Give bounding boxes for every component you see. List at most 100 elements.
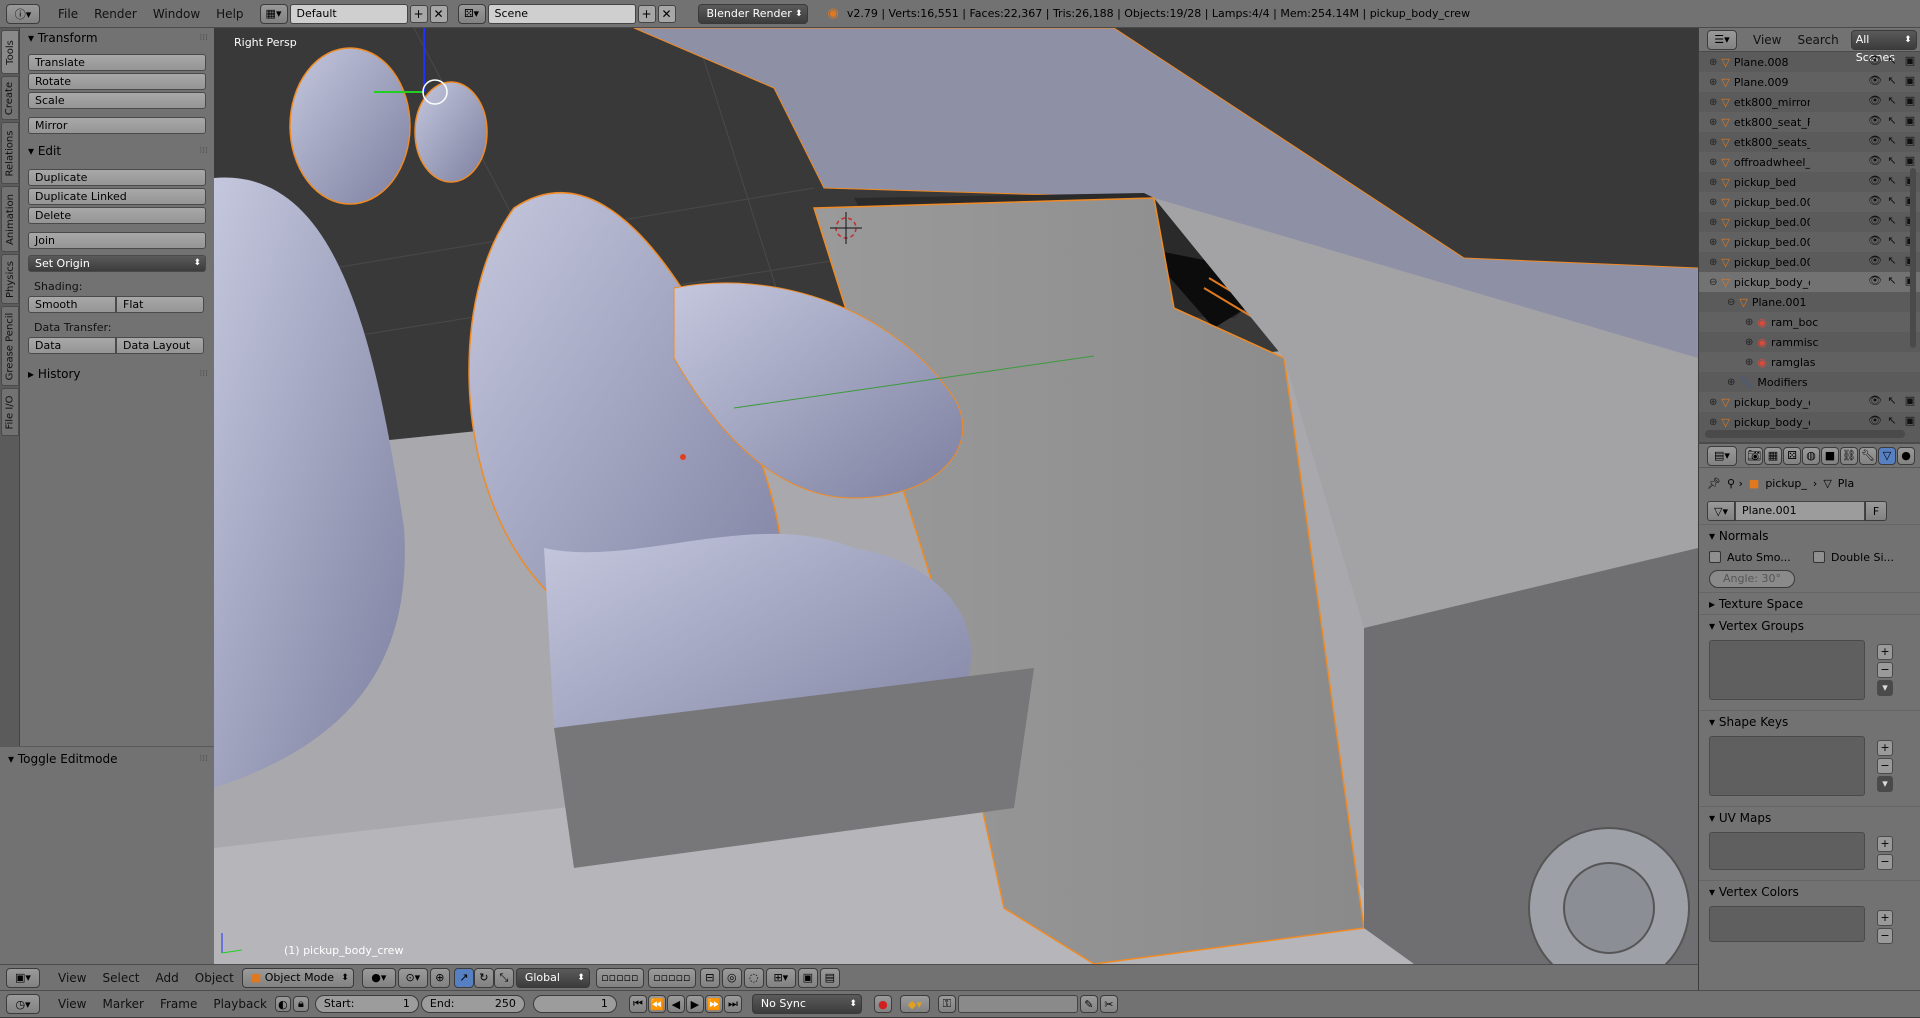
translate-button[interactable]: Translate <box>28 54 206 71</box>
expand-icon[interactable]: ⊕ <box>1727 377 1735 388</box>
shape-key-menu-icon[interactable]: ▾ <box>1877 776 1893 792</box>
outliner-row[interactable]: ⊖ ▽ Plane.001 <box>1699 292 1920 312</box>
cursor-select-icon[interactable]: ↖ <box>1886 154 1898 168</box>
3d-viewport[interactable]: Right Persp (1) pickup_body_crew <box>214 28 1698 964</box>
cursor-select-icon[interactable]: ↖ <box>1886 394 1898 408</box>
outliner-row[interactable]: ⊕ ▽ Plane.008 👁︎ ↖ ▣ <box>1699 52 1920 72</box>
material-tab-icon[interactable]: ● <box>1897 446 1915 465</box>
cursor-select-icon[interactable]: ↖ <box>1886 214 1898 228</box>
jump-start-icon[interactable]: ⏮ <box>628 995 647 1013</box>
expand-icon[interactable]: ⊕ <box>1709 237 1717 248</box>
outliner-row[interactable]: ⊕ ▽pickup_body_cre 👁︎ ↖ ▣ <box>1699 392 1920 412</box>
expand-icon[interactable]: ⊕ <box>1745 337 1753 348</box>
menu-help[interactable]: Help <box>208 0 251 28</box>
camera-render-icon[interactable]: ▣ <box>1904 54 1916 68</box>
keying-icon[interactable]: ◆▾ <box>899 995 930 1013</box>
scale-manip-toggle[interactable]: ⤡ <box>493 967 514 988</box>
menu-add[interactable]: Add <box>148 964 187 992</box>
mesh-name-field[interactable]: Plane.001 <box>1735 501 1865 521</box>
delete-key-icon[interactable]: ✂ <box>1099 995 1118 1013</box>
rotate-manip-toggle[interactable]: ↻ <box>473 967 494 988</box>
outliner-hscrollbar[interactable] <box>1705 430 1905 438</box>
outliner-row[interactable]: ⊕ ▽etk800_seat_FL 👁︎ ↖ ▣ <box>1699 112 1920 132</box>
layers-tab-icon[interactable]: ▦ <box>1764 446 1782 465</box>
translate-manip-toggle[interactable]: ↗ <box>453 967 474 988</box>
eye-icon[interactable]: 👁︎ <box>1868 394 1882 408</box>
opengl-anim-icon[interactable]: ▤ <box>819 967 840 988</box>
preview-range-icon[interactable]: ◐ <box>274 996 291 1012</box>
shape-keys-list[interactable] <box>1709 736 1865 796</box>
menu-view[interactable]: View <box>50 964 94 992</box>
outliner-row[interactable]: ⊕▽pickup_bed.004👁︎↖▣ <box>1699 252 1920 272</box>
expand-icon[interactable]: ⊕ <box>1709 417 1717 428</box>
outliner-menu-search[interactable]: Search <box>1789 26 1846 54</box>
expand-icon[interactable]: ⊕ <box>1745 317 1753 328</box>
scene-icon[interactable]: ⚄▾ <box>457 3 486 24</box>
tab-tools[interactable]: Tools <box>1 30 19 74</box>
expand-icon[interactable]: ⊕ <box>1709 177 1717 188</box>
eye-icon[interactable]: 👁︎ <box>1868 274 1882 288</box>
remove-vertex-color-icon[interactable]: − <box>1877 928 1893 944</box>
eye-icon[interactable]: 👁︎ <box>1868 234 1882 248</box>
add-layout-icon[interactable]: + <box>409 4 428 23</box>
constraints-tab-icon[interactable]: ⛓ <box>1840 446 1858 465</box>
jump-end-icon[interactable]: ⏭ <box>723 995 742 1013</box>
outliner-row[interactable]: ⊖▽pickup_body_cre👁︎↖▣ <box>1699 272 1920 292</box>
outliner-row[interactable]: ⊕ ◉ ram_boc <box>1699 312 1920 332</box>
end-frame-field[interactable]: End: 250 <box>420 995 525 1013</box>
lock-icon[interactable]: 🔒︎ <box>292 996 309 1012</box>
tab-grease-pencil[interactable]: Grease Pencil <box>1 306 19 386</box>
outliner-row[interactable]: ⊕▽pickup_bed.002👁︎↖▣ <box>1699 212 1920 232</box>
layers-grid-1[interactable]: ▫▫▫▫▫ <box>595 967 644 988</box>
expand-icon[interactable]: ⊕ <box>1709 157 1717 168</box>
cursor-select-icon[interactable]: ↖ <box>1886 414 1898 428</box>
menu-window[interactable]: Window <box>145 0 208 28</box>
cursor-select-icon[interactable]: ↖ <box>1886 74 1898 88</box>
object-tab-icon[interactable]: ■ <box>1821 446 1839 465</box>
outliner-vscrollbar[interactable] <box>1910 168 1916 348</box>
menu-select[interactable]: Select <box>94 964 147 992</box>
remove-shape-key-icon[interactable]: − <box>1877 758 1893 774</box>
cursor-select-icon[interactable]: ↖ <box>1886 54 1898 68</box>
sync-dropdown[interactable]: No Sync <box>751 994 862 1014</box>
cursor-select-icon[interactable]: ↖ <box>1886 134 1898 148</box>
cursor-select-icon[interactable]: ↖ <box>1886 194 1898 208</box>
remove-scene-icon[interactable]: ✕ <box>657 4 676 23</box>
render-engine-dropdown[interactable]: Blender Render <box>697 3 808 24</box>
expand-icon[interactable]: ⊕ <box>1709 197 1717 208</box>
world-tab-icon[interactable]: ◍ <box>1802 446 1820 465</box>
tab-animation[interactable]: Animation <box>1 186 19 252</box>
render-tab-icon[interactable]: 📷︎ <box>1745 446 1763 465</box>
outliner-row[interactable]: ⊕ ◉ rammisc <box>1699 332 1920 352</box>
tab-create[interactable]: Create <box>1 76 19 120</box>
duplicate-button[interactable]: Duplicate <box>28 169 206 186</box>
history-panel-header[interactable]: ▸ History ⁞⁞⁞ <box>20 364 214 384</box>
remove-layout-icon[interactable]: ✕ <box>429 4 448 23</box>
fake-user-button[interactable]: F <box>1865 501 1887 521</box>
record-icon[interactable]: ● <box>873 995 892 1013</box>
mirror-button[interactable]: Mirror <box>28 117 206 134</box>
outliner-row[interactable]: ⊕ ▽etk800_seats_R 👁︎ ↖ ▣ <box>1699 132 1920 152</box>
add-shape-key-icon[interactable]: + <box>1877 740 1893 756</box>
join-button[interactable]: Join <box>28 232 206 249</box>
eye-icon[interactable]: 👁︎ <box>1868 114 1882 128</box>
collapse-icon[interactable]: ⊖ <box>1727 297 1735 308</box>
cursor-select-icon[interactable]: ↖ <box>1886 94 1898 108</box>
expand-icon[interactable]: ⊕ <box>1709 57 1717 68</box>
add-scene-icon[interactable]: + <box>637 4 656 23</box>
outliner-row[interactable]: ⊕ ◉ ramglas <box>1699 352 1920 372</box>
viewport-shading-button[interactable]: ●▾ <box>361 967 396 988</box>
cursor-select-icon[interactable]: ↖ <box>1886 114 1898 128</box>
uv-maps-panel-header[interactable]: ▾ UV Maps <box>1699 806 1920 828</box>
outliner-row[interactable]: ⊕ ▽etk800_mirror_l 👁︎ ↖ ▣ <box>1699 92 1920 112</box>
keying-set-field[interactable] <box>957 995 1078 1013</box>
mode-dropdown[interactable]: ■ Object Mode <box>241 967 354 988</box>
next-key-icon[interactable]: ⏩ <box>704 995 723 1013</box>
tab-physics[interactable]: Physics <box>1 254 19 304</box>
display-mode-dropdown[interactable]: All Scenes <box>1850 29 1917 64</box>
expand-icon[interactable]: ⊕ <box>1709 117 1717 128</box>
menu-render[interactable]: Render <box>86 0 145 28</box>
cursor-select-icon[interactable]: ↖ <box>1886 234 1898 248</box>
vertex-colors-list[interactable] <box>1709 906 1865 942</box>
mesh-browse-icon[interactable]: ▽▾ <box>1707 501 1735 521</box>
